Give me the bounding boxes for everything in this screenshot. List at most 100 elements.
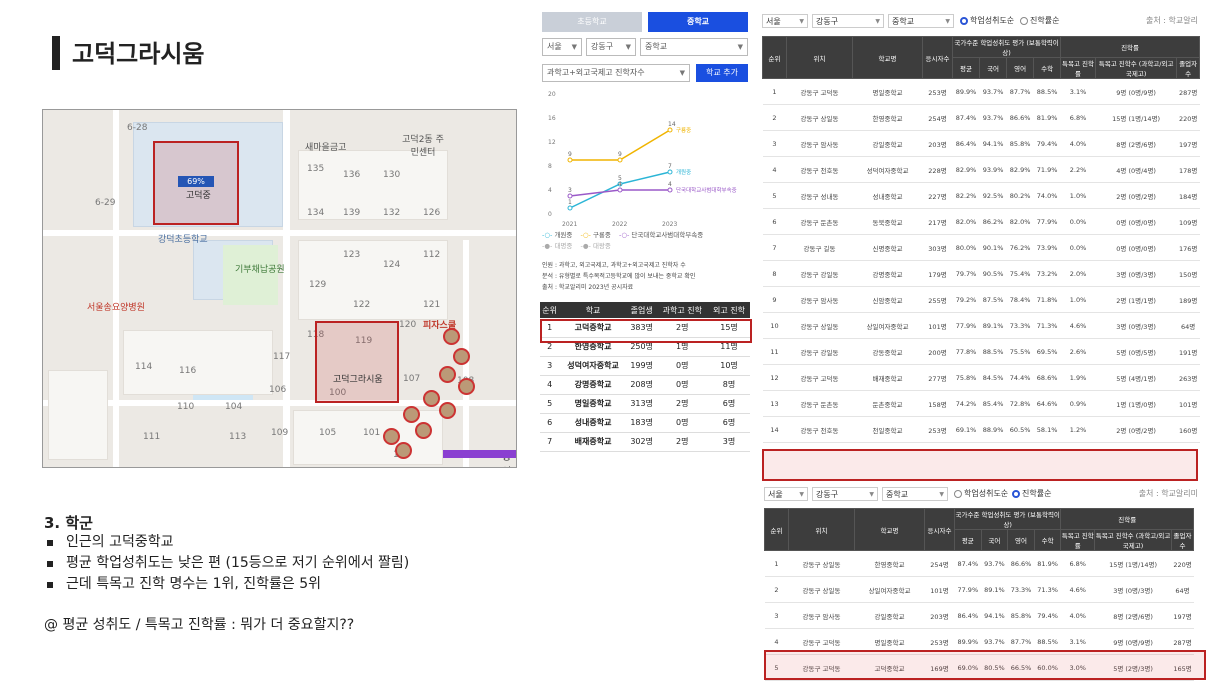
table-row[interactable]: 6 성내중학교 183명 0명 6명 [540,413,750,433]
map-park-area [223,245,278,305]
city-select[interactable]: 서울 ▼ [764,487,808,501]
user-photo-pin[interactable] [403,406,420,423]
city-select[interactable]: 서울 ▼ [542,38,582,56]
table-cell: 4 [540,375,560,395]
table-cell: 둔촌중학교 [852,390,923,417]
column-header: 졸업생 [626,302,657,318]
district-select[interactable]: 강동구 ▼ [586,38,636,56]
legend-item[interactable]: -○- 단국대학교사범대학부속중 [619,231,703,239]
table-cell: 2명 (0명/2명) [1095,416,1177,443]
table-row[interactable]: 4 강동구 천호동 성덕여자중학교 228명 82.9% 93.9% 82.9% 71.9% 2… [762,156,1200,183]
table-row[interactable]: 5 강동구 성내동 성내중학교 227명 82.2% 92.5% 80.2% 74.0% 1.0… [762,182,1200,209]
data-point[interactable] [567,157,573,163]
data-point[interactable] [617,157,623,163]
apartment-label[interactable]: 고덕그라시움 [333,372,383,385]
radio-empty-icon [1020,16,1028,25]
tab-middle-school[interactable]: 중학교 [648,12,748,32]
column-header: 졸업자수 [1171,529,1194,551]
table-row[interactable]: 5 명일중학교 313명 2명 6명 [540,394,750,414]
level-select[interactable]: 중학교 ▼ [640,38,748,56]
table-cell: 강동중학교 [852,338,923,365]
map-block-number: 113 [229,432,247,442]
table-cell: 60.5% [1006,416,1034,443]
table-cell: 253명 [922,78,953,105]
hospital-label[interactable]: 서울송요양병원 [87,300,145,313]
level-select[interactable]: 중학교 ▼ [888,14,954,28]
user-photo-pin[interactable] [423,390,440,407]
community-center-label[interactable]: 고덕2동 주민센터 [401,132,445,158]
legend-item[interactable]: -○- 구룡중 [580,231,610,239]
district-select[interactable]: 강동구 ▼ [812,14,884,28]
legend-marker-icon: -○- [542,231,553,239]
table-cell: 82.0% [952,208,980,235]
user-photo-pin[interactable] [439,366,456,383]
table-row[interactable]: 2 강동구 상일동 한영중학교 254명 87.4% 93.7% 86.6% 81.9% 6.8… [762,104,1200,131]
table-row[interactable]: 10 강동구 상일동 상일여자중학교 101명 77.9% 89.1% 73.3% 71.3%… [762,312,1200,339]
user-photo-pin[interactable] [383,428,400,445]
user-photo-pin[interactable] [443,328,460,345]
table-cell: 64.6% [1033,390,1061,417]
user-photo-pin[interactable] [395,442,412,459]
city-select[interactable]: 서울 ▼ [762,14,808,28]
table-cell: 1 [762,78,787,105]
table-row[interactable]: 6 강동구 둔촌동 동북중학교 217명 82.0% 86.2% 82.0% 77.9% 0.0… [762,208,1200,235]
user-photo-pin[interactable] [458,378,475,395]
table-row[interactable]: 9 강동구 암사동 신암중학교 255명 79.2% 87.5% 78.4% 71.8% 1.0… [762,286,1200,313]
table-row[interactable]: 14 강동구 천호동 천일중학교 253명 69.1% 88.9% 60.5% 58.1% 1.… [762,416,1200,443]
metric-select[interactable]: 과학고+외고국제고 진학자수 ▼ [542,64,690,82]
table-row[interactable]: 11 강동구 강일동 강동중학교 200명 77.8% 88.5% 75.5% 69.5% 2.… [762,338,1200,365]
data-point[interactable] [667,169,673,175]
school-name-label[interactable]: 고덕중 [186,188,211,201]
map-view[interactable]: 135 136 134 130 132 139 126 123 124 129 … [42,109,517,468]
table-cell: 0명 [656,375,709,395]
user-photo-pin[interactable] [415,422,432,439]
district-select[interactable]: 강동구 ▼ [812,487,878,501]
bottom-table-filters: 서울 ▼ 강동구 ▼ 중학교 ▼ 학업성취도순 진학률순 출처 : 학교알리미 [764,487,1204,503]
table-cell: 89.1% [979,312,1007,339]
data-point[interactable] [617,187,623,193]
table-row[interactable]: 13 강동구 둔촌동 둔촌중학교 158명 74.2% 85.4% 72.8% 64.6% 0.… [762,390,1200,417]
table-cell: 75.4% [1006,260,1034,287]
table-cell: 3 [764,602,789,629]
map-block-number: 114 [135,362,153,372]
table-row[interactable]: 3 강동구 암사동 강일중학교 203명 86.4% 94.1% 85.8% 79.4% 4.0… [764,602,1194,629]
legend-item[interactable]: -●- 대명중 [542,242,572,250]
sort-radio-admission[interactable]: 진학률순 [1020,14,1059,28]
table-row[interactable]: 1 강동구 상일동 한영중학교 254명 87.4% 93.7% 86.6% 81.9% 6.8… [764,550,1194,577]
level-select[interactable]: 중학교 ▼ [882,487,948,501]
table-row[interactable]: 12 강동구 고덕동 배재중학교 277명 75.8% 84.5% 74.4% 68.6% 1.… [762,364,1200,391]
table-row[interactable]: 8 강동구 강일동 강명중학교 179명 79.7% 90.5% 75.4% 73.2% 2.0… [762,260,1200,287]
legend-item[interactable]: -○- 개원중 [542,231,572,239]
table-row[interactable]: 1 강동구 고덕동 명일중학교 253명 89.9% 93.7% 87.7% 88.5% 3.1… [762,78,1200,105]
section-heading: 3. 학군 [44,514,93,532]
legend-item[interactable]: -●- 대왕중 [580,242,610,250]
table-cell: 220명 [1171,550,1194,577]
data-point[interactable] [567,193,573,199]
chevron-down-icon: ▼ [939,491,944,498]
user-photo-pin[interactable] [439,402,456,419]
bank-label[interactable]: 새마을금고 [305,140,346,153]
table-row[interactable]: 2 강동구 상일동 상일여자중학교 101명 77.9% 89.1% 73.3% 71.3% 4… [764,576,1194,603]
data-point[interactable] [667,127,673,133]
elementary-school-label[interactable]: 강덕초등학교 [158,232,208,245]
table-row[interactable]: 7 배재중학교 302명 2명 3명 [540,432,750,452]
table-cell: 강동구 고덕동 [786,364,853,391]
table-header-row: 순위 위치 학교명 응시자수 국가수준 학업성취도 평가 (보통학력이상) 진학률 [764,508,1194,551]
table-row[interactable]: 3 성덕여자중학교 199명 0명 10명 [540,356,750,376]
sort-radio-achievement[interactable]: 학업성취도순 [960,14,1014,28]
user-photo-pin[interactable] [453,348,470,365]
add-school-button[interactable]: 학교 추가 [696,64,748,82]
map-block-number: 120 [399,320,417,330]
data-point[interactable] [567,205,573,211]
data-point[interactable] [667,187,673,193]
table-row[interactable]: 4 강명중학교 208명 0명 8명 [540,375,750,395]
table-cell: 86.6% [1007,550,1035,577]
park-label[interactable]: 기부채납공원 [235,262,285,275]
table-row[interactable]: 3 강동구 암사동 강일중학교 203명 86.4% 94.1% 85.8% 79.4% 4.0… [762,130,1200,157]
sort-radio-achievement[interactable]: 학업성취도순 [954,487,1008,501]
tab-elementary[interactable]: 초등학교 [542,12,642,32]
table-cell: 신암중학교 [852,286,923,313]
sort-radio-admission[interactable]: 진학률순 [1012,487,1051,501]
school-achievement-badge[interactable]: 69% [178,176,214,187]
table-row[interactable]: 7 강동구 길동 신명중학교 303명 80.0% 90.1% 76.2% 73.9% 0.0%… [762,234,1200,261]
